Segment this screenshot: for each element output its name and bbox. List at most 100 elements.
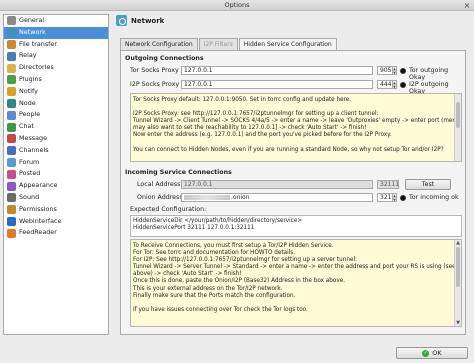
onion-address-label: Onion Address (137, 194, 183, 201)
tor-port-stepper[interactable]: ▲ ▼ (393, 66, 397, 75)
text-line: Now enter the address (e.g. 127.0.0.1) a… (133, 132, 392, 139)
channels-icon (7, 146, 16, 156)
sidebar-item-node[interactable]: Node (4, 98, 108, 110)
main-panel: Network Network Configuration I2P Filter… (114, 14, 471, 335)
incoming-help-box: To Receive Connections, you must first s… (130, 239, 462, 327)
sidebar-item-file-transfer[interactable]: File transfer (4, 39, 108, 51)
network-icon (7, 28, 16, 38)
onion-redacted (184, 195, 230, 200)
incoming-help-scrollbar[interactable]: ▲ ▼ (454, 240, 461, 326)
sidebar-item-channels[interactable]: Channels (4, 145, 108, 157)
sidebar-item-general[interactable]: General (4, 15, 108, 27)
sidebar-item-people[interactable]: People (4, 109, 108, 121)
sidebar-item-label: Forum (19, 157, 40, 166)
i2p-proxy-ip-input[interactable]: 127.0.0.1 (181, 80, 373, 89)
sidebar-item-label: Relay (19, 51, 37, 60)
page-title-text: Network (131, 16, 165, 25)
i2p-proxy-port-input[interactable]: 4447 (377, 80, 393, 89)
sidebar-item-label: Webinterface (19, 216, 62, 225)
close-icon[interactable]: × (463, 1, 471, 10)
text-line: Finally make sure that the Ports match t… (133, 292, 296, 299)
text-line (131, 140, 461, 147)
text-line: may also want to set the reachability to… (133, 125, 367, 132)
i2p-proxy-label: I2P Socks Proxy (130, 81, 180, 88)
tor-proxy-port-input[interactable]: 9050 (377, 66, 393, 75)
chat-icon (7, 122, 16, 132)
local-address-input: 127.0.0.1 (181, 180, 373, 189)
tor-incoming-status-icon (400, 194, 406, 201)
sidebar-item-label: Message (19, 133, 48, 142)
text-line: Tunnel Wizard -> Client Tunnel -> SOCKS … (133, 118, 462, 125)
permissions-icon (7, 205, 16, 215)
page-title: Network (116, 14, 164, 27)
title-bar: Options × (0, 0, 474, 11)
tab-bar: Network Configuration I2P Filters Hidden… (120, 38, 338, 51)
i2p-port-stepper[interactable]: ▲ ▼ (393, 80, 397, 89)
text-line: Once this is done, paste the Onion/I2P (… (133, 278, 346, 285)
sidebar-item-relay[interactable]: Relay (4, 50, 108, 62)
web-icon (7, 216, 16, 226)
sidebar-item-sound[interactable]: Sound (4, 192, 108, 204)
tor-outgoing-status: Tor outgoing Okay (409, 67, 449, 81)
text-line: Tunnel Wizard -> Server Tunnel -> Standa… (133, 264, 462, 271)
local-port-input: 32111 (377, 180, 399, 189)
check-icon: ✓ (422, 349, 430, 357)
onion-port-input[interactable]: 32111 (377, 193, 393, 202)
onion-port-stepper[interactable]: ▲ ▼ (393, 193, 397, 202)
expected-config-text: HiddenServiceDir </your/path/to/hidden/d… (131, 216, 461, 232)
test-button[interactable]: Test (405, 179, 451, 190)
tor-proxy-ip-input[interactable]: 127.0.0.1 (181, 66, 373, 75)
sidebar-item-notify[interactable]: Notify (4, 86, 108, 98)
outgoing-info-box: Tor Socks Proxy default: 127.0.0.1:9050.… (130, 93, 462, 162)
sidebar-item-permissions[interactable]: Permissions (4, 204, 108, 216)
bell-icon (7, 87, 16, 97)
sidebar-item-feedreader[interactable]: FeedReader (4, 227, 108, 239)
sidebar-item-webinterface[interactable]: Webinterface (4, 216, 108, 228)
tab-network-configuration[interactable]: Network Configuration (120, 38, 198, 50)
sidebar-item-label: Chat (19, 122, 34, 131)
text-line: above) -> check 'Auto Start' -> finish! (133, 271, 242, 278)
sidebar-item-message[interactable]: Message (4, 133, 108, 145)
sidebar-item-label: Sound (19, 192, 40, 201)
text-line: HiddenServicePort 32111 127.0.0.1:32111 (133, 225, 255, 232)
sidebar-item-chat[interactable]: Chat (4, 121, 108, 133)
sidebar-item-appearance[interactable]: Appearance (4, 180, 108, 192)
text-line: If you have issues connecting over Tor c… (133, 306, 308, 313)
sidebar-item-label: General (19, 16, 45, 24)
sound-icon (7, 193, 16, 203)
text-line: I2P Socks Proxy: see http://127.0.0.1:76… (133, 111, 379, 118)
text-line: For I2P: See http://127.0.0.1:7657/i2ptu… (133, 257, 357, 264)
sidebar-item-directories[interactable]: Directories (4, 62, 108, 74)
text-line: To Receive Connections, you must first s… (133, 243, 334, 249)
ok-label: OK (432, 349, 442, 357)
text-line: You can connect to Hidden Nodes, even if… (133, 146, 444, 153)
sidebar-item-label: Channels (19, 145, 49, 154)
network-icon (116, 15, 127, 26)
tor-incoming-status: Tor incoming ok (409, 194, 459, 201)
local-address-label: Local Address (137, 181, 181, 188)
i2p-outgoing-status-icon (400, 81, 406, 88)
sidebar-item-forum[interactable]: Forum (4, 157, 108, 169)
sidebar-item-label: Network (19, 27, 46, 36)
incoming-heading: Incoming Service Connections (125, 169, 232, 176)
sidebar-item-network[interactable]: Network (4, 26, 108, 39)
sidebar-item-label: Notify (19, 86, 38, 95)
tor-proxy-label: Tor Socks Proxy (130, 67, 179, 74)
sidebar-item-label: People (19, 110, 41, 119)
tab-i2p-filters: I2P Filters (198, 38, 238, 50)
hidden-service-tab-content: Outgoing Connections Tor Socks Proxy 127… (120, 50, 466, 335)
text-line (131, 300, 461, 307)
outgoing-info-scrollbar[interactable] (454, 94, 461, 161)
onion-address-input[interactable]: .onion (181, 193, 373, 202)
sidebar-item-posted[interactable]: Posted (4, 168, 108, 180)
appearance-icon (7, 181, 16, 191)
sidebar-item-plugins[interactable]: Plugins (4, 74, 108, 86)
sidebar-item-label: Node (19, 98, 36, 107)
posted-icon (7, 169, 16, 179)
expected-config-box[interactable]: HiddenServiceDir </your/path/to/hidden/d… (130, 215, 462, 237)
file-transfer-icon (7, 39, 16, 49)
ok-button[interactable]: ✓ OK (396, 347, 468, 359)
sidebar-item-label: Posted (19, 169, 41, 178)
text-line: HiddenServiceDir </your/path/to/hidden/d… (133, 218, 303, 224)
folder-icon (7, 63, 16, 73)
